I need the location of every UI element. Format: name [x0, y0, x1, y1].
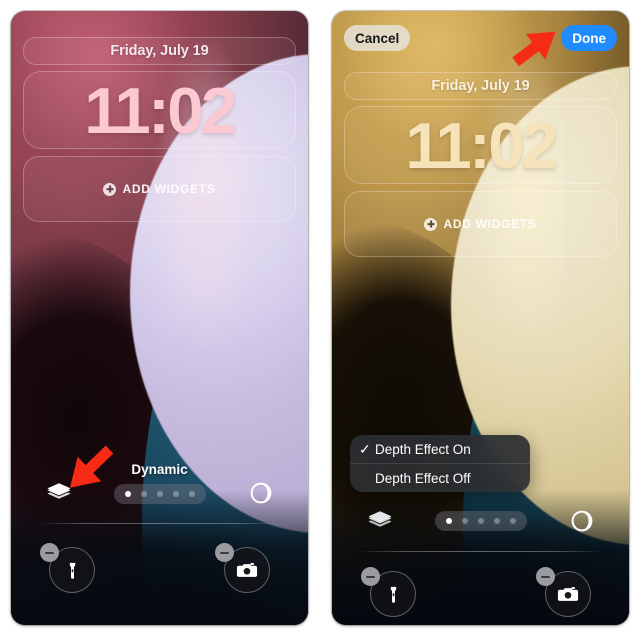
checkmark-icon: ✓: [359, 440, 371, 457]
date-widget-slot[interactable]: Friday, July 19: [344, 72, 617, 100]
add-widgets-label: ADD WIDGETS: [443, 217, 537, 231]
divider: [41, 523, 278, 524]
page-dot[interactable]: [156, 491, 163, 497]
flashlight-quick-action[interactable]: [361, 567, 416, 617]
clock-widget-slot[interactable]: 11:02: [23, 71, 296, 149]
camera-icon: [557, 586, 579, 601]
date-text: Friday, July 19: [431, 78, 530, 94]
right-phone-screen: Cancel Done Friday, July 19 11:02 ADD WI…: [332, 11, 629, 625]
done-button[interactable]: Done: [561, 25, 617, 51]
remove-flashlight-badge[interactable]: [361, 567, 380, 586]
menu-item-depth-effect-on[interactable]: ✓ Depth Effect On: [350, 435, 530, 463]
flashlight-icon: [69, 562, 75, 579]
divider: [362, 551, 599, 552]
date-text: Friday, July 19: [110, 43, 209, 59]
camera-quick-action[interactable]: [215, 543, 270, 593]
contrast-circle-icon[interactable]: [250, 482, 272, 504]
clock-text: 11:02: [405, 108, 558, 182]
contrast-circle-icon[interactable]: [571, 510, 593, 532]
add-widgets-slot[interactable]: ADD WIDGETS: [23, 156, 296, 222]
depth-effect-context-menu[interactable]: ✓ Depth Effect On Depth Effect Off: [350, 435, 530, 492]
menu-item-depth-effect-off[interactable]: Depth Effect Off: [350, 464, 530, 492]
date-widget-slot[interactable]: Friday, July 19: [23, 37, 296, 65]
screenshot-stage: Friday, July 19 11:02 ADD WIDGETS Dynami…: [0, 0, 640, 640]
add-widgets-label: ADD WIDGETS: [122, 182, 216, 196]
add-widgets-slot[interactable]: ADD WIDGETS: [344, 191, 617, 257]
page-dot[interactable]: [509, 518, 516, 524]
page-dot[interactable]: [172, 491, 179, 497]
layers-icon[interactable]: [367, 510, 393, 532]
plus-circle-icon: [103, 182, 117, 196]
left-phone-screen: Friday, July 19 11:02 ADD WIDGETS Dynami…: [11, 11, 308, 625]
wallpaper-page-dots[interactable]: [434, 511, 527, 531]
camera-quick-action[interactable]: [536, 567, 591, 617]
cancel-button-label: Cancel: [355, 30, 400, 46]
page-dot[interactable]: [477, 518, 484, 524]
plus-circle-icon: [424, 217, 438, 231]
page-dot[interactable]: [493, 518, 500, 524]
red-arrow-to-done-button: [503, 24, 565, 72]
flashlight-icon: [390, 586, 396, 603]
remove-flashlight-badge[interactable]: [40, 543, 59, 562]
clock-widget-slot[interactable]: 11:02: [344, 106, 617, 184]
remove-camera-badge[interactable]: [536, 567, 555, 586]
flashlight-quick-action[interactable]: [40, 543, 95, 593]
add-widgets-inner: ADD WIDGETS: [424, 217, 536, 231]
clock-text: 11:02: [84, 73, 237, 147]
lock-screen-editor-content: Cancel Done Friday, July 19 11:02 ADD WI…: [332, 11, 629, 625]
add-widgets-inner: ADD WIDGETS: [103, 182, 215, 196]
remove-camera-badge[interactable]: [215, 543, 234, 562]
camera-icon: [236, 562, 258, 577]
menu-item-label: Depth Effect On: [375, 441, 471, 457]
page-dot[interactable]: [124, 491, 131, 497]
wallpaper-style-name: Dynamic: [131, 462, 188, 477]
cancel-button[interactable]: Cancel: [344, 25, 411, 51]
page-dot[interactable]: [188, 491, 195, 497]
done-button-label: Done: [572, 30, 606, 46]
wallpaper-page-dots[interactable]: [113, 484, 206, 504]
page-dot[interactable]: [461, 518, 468, 524]
red-arrow-to-layers-icon: [58, 440, 118, 498]
lock-screen-content: Friday, July 19 11:02 ADD WIDGETS Dynami…: [11, 11, 308, 625]
page-dot[interactable]: [445, 518, 452, 524]
menu-item-label: Depth Effect Off: [375, 470, 471, 486]
page-dot[interactable]: [140, 491, 147, 497]
